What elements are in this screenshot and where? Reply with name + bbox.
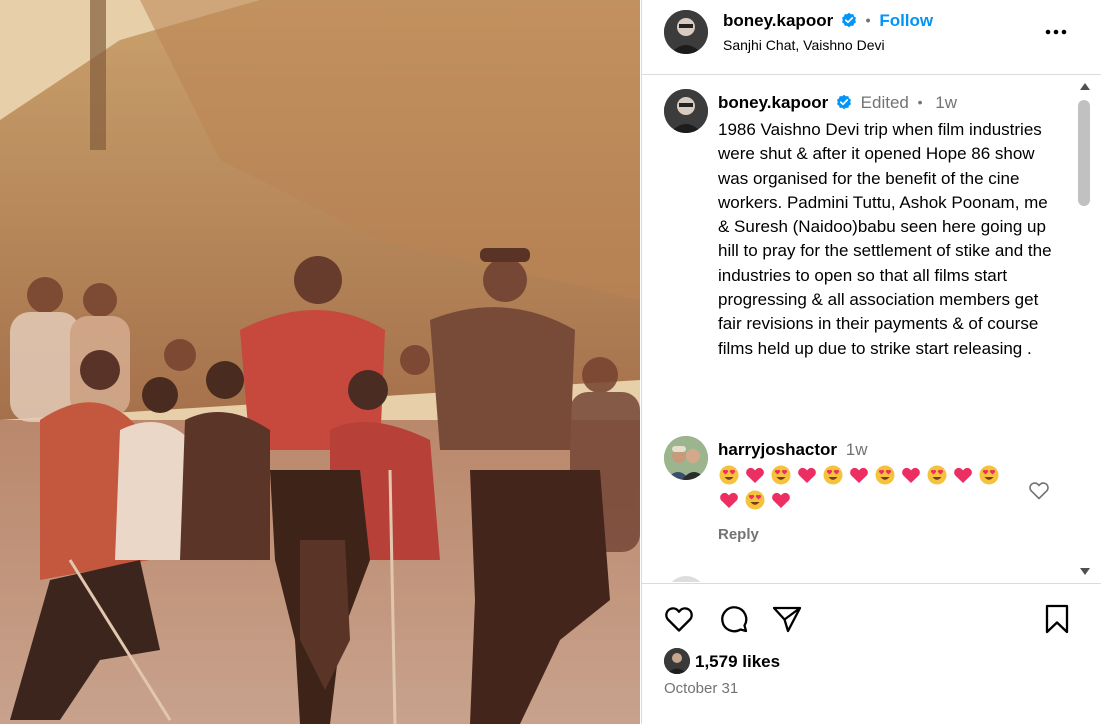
caption-header: boney.kapoor Edited • 1w — [718, 93, 957, 113]
send-icon — [772, 606, 802, 633]
caption-username[interactable]: boney.kapoor — [718, 93, 828, 112]
heart-eyes-emoji-icon — [979, 465, 999, 485]
scrollbar-thumb[interactable] — [1078, 100, 1090, 206]
comment-time[interactable]: 1w — [846, 440, 868, 459]
author-avatar[interactable] — [664, 10, 708, 54]
comment-emojis — [718, 464, 1018, 514]
heart-emoji-icon — [902, 467, 920, 483]
comment-header: harryjoshactor 1w — [718, 440, 868, 460]
post-photo[interactable] — [0, 0, 640, 724]
share-button[interactable] — [770, 602, 804, 636]
comments-scrollbar[interactable] — [1074, 76, 1096, 582]
caption-author-avatar[interactable] — [664, 89, 708, 133]
likes-count[interactable]: 1,579 likes — [695, 652, 780, 672]
heart-eyes-emoji-icon — [745, 490, 765, 510]
separator-dot: • — [917, 94, 923, 110]
comment-username[interactable]: harryjoshactor — [718, 440, 837, 459]
heart-eyes-emoji-icon — [771, 465, 791, 485]
reply-button[interactable]: Reply — [718, 526, 759, 543]
post-footer: 1,579 likes October 31 — [642, 583, 1101, 724]
heart-eyes-emoji-icon — [823, 465, 843, 485]
heart-eyes-emoji-icon — [719, 465, 739, 485]
heart-outline-icon — [1029, 482, 1049, 500]
caption-text: 1986 Vaishno Devi trip when film industr… — [718, 120, 1052, 358]
more-options-button[interactable] — [1043, 22, 1069, 42]
comment-icon — [721, 606, 748, 633]
heart-eyes-emoji-icon — [875, 465, 895, 485]
comments-section: boney.kapoor Edited • 1w 1986 Vaishno De… — [642, 76, 1082, 582]
post-location[interactable]: Sanjhi Chat, Vaishno Devi — [723, 37, 885, 53]
verified-badge-icon — [836, 94, 851, 110]
liker-avatar — [664, 648, 690, 674]
save-button[interactable] — [1040, 602, 1074, 636]
caption-avatar-image — [664, 89, 708, 133]
heart-emoji-icon — [798, 467, 816, 483]
separator-dot: • — [865, 12, 871, 28]
next-commenter-avatar[interactable] — [666, 576, 706, 582]
post-side-panel: boney.kapoor • Follow Sanjhi Chat, Vaish… — [641, 0, 1101, 724]
like-comment-button[interactable] — [1027, 478, 1051, 502]
like-button[interactable] — [662, 602, 696, 636]
author-avatar-image — [664, 10, 708, 54]
heart-emoji-icon — [720, 492, 738, 508]
bookmark-icon — [1045, 604, 1069, 634]
heart-emoji-icon — [772, 492, 790, 508]
post-photo-image — [0, 0, 640, 724]
post-date[interactable]: October 31 — [664, 680, 738, 697]
follow-button[interactable]: Follow — [879, 11, 933, 30]
heart-emoji-icon — [954, 467, 972, 483]
heart-eyes-emoji-icon — [927, 465, 947, 485]
commenter-avatar-image — [664, 436, 708, 480]
scroll-down-arrow-icon[interactable] — [1078, 564, 1092, 576]
author-username[interactable]: boney.kapoor — [723, 11, 833, 30]
post-header: boney.kapoor • Follow Sanjhi Chat, Vaish… — [642, 0, 1101, 75]
caption-time[interactable]: 1w — [935, 93, 957, 112]
commenter-avatar[interactable] — [664, 436, 708, 480]
edited-label: Edited — [860, 93, 909, 112]
more-horizontal-icon — [1045, 29, 1067, 35]
verified-badge-icon — [841, 12, 856, 28]
heart-icon — [665, 607, 693, 632]
author-username-row: boney.kapoor • Follow — [723, 11, 933, 31]
heart-emoji-icon — [850, 467, 868, 483]
comment-button[interactable] — [717, 602, 751, 636]
scroll-up-arrow-icon[interactable] — [1078, 80, 1092, 92]
heart-emoji-icon — [746, 467, 764, 483]
